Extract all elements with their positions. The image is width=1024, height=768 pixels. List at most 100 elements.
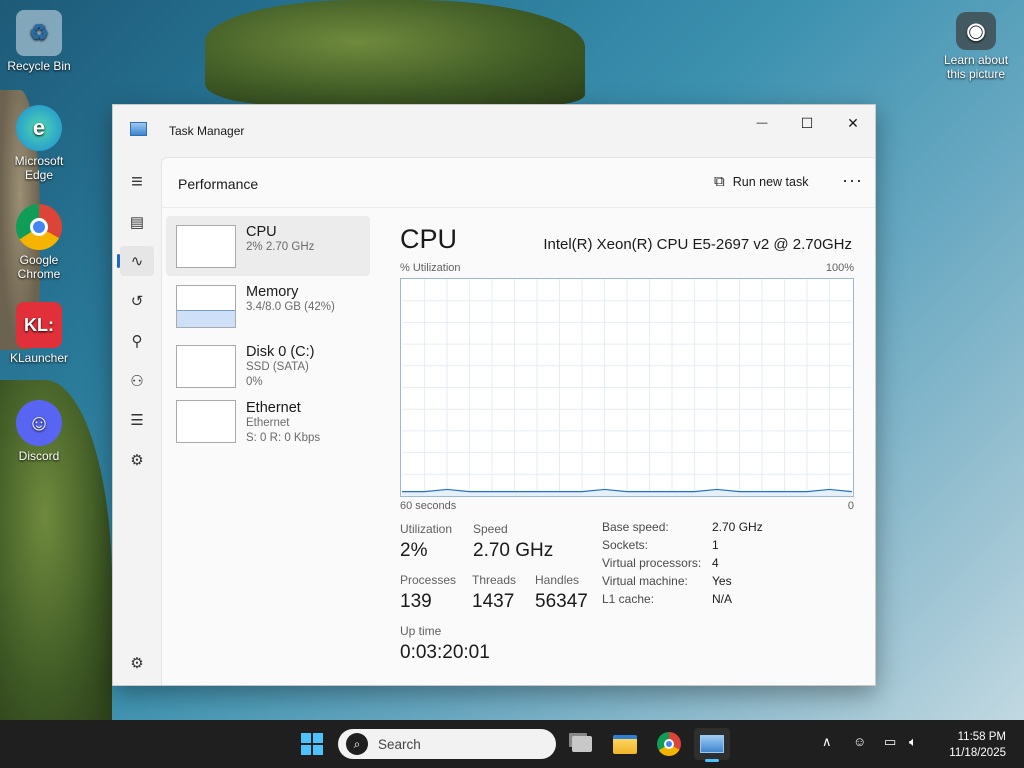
spec-value: 2.70 GHz: [712, 520, 763, 534]
app-history-icon[interactable]: ↺: [120, 286, 154, 316]
spec-row: Sockets: 1: [602, 538, 763, 556]
spec-row: L1 cache: N/A: [602, 592, 763, 610]
desktop-icon-recycle-bin[interactable]: ♻ Recycle Bin: [0, 10, 78, 73]
spec-row: Virtual processors: 4: [602, 556, 763, 574]
spec-key: Virtual processors:: [602, 556, 702, 570]
spec-value: 4: [712, 556, 719, 570]
klauncher-icon: KL:: [16, 302, 62, 348]
spec-key: Base speed:: [602, 520, 669, 534]
startup-apps-icon[interactable]: ⚲: [120, 326, 154, 356]
learn-about-picture[interactable]: ◉ Learn about this picture: [936, 12, 1016, 81]
settings-icon[interactable]: ⚙: [120, 648, 154, 678]
spec-value: Yes: [712, 574, 732, 588]
resource-detail-2: 0%: [246, 376, 263, 388]
learn-about-label: Learn about this picture: [943, 53, 1009, 81]
services-icon[interactable]: ⚙: [120, 445, 154, 475]
chrome-taskbar-button[interactable]: [651, 728, 687, 760]
x-axis-min: 0: [847, 500, 854, 512]
chrome-icon: [657, 732, 681, 756]
spec-key: Virtual machine:: [602, 574, 688, 588]
resource-name: CPU: [246, 224, 277, 240]
stat-label: Processes: [400, 573, 457, 587]
stat-utilization: Utilization 2%: [400, 522, 452, 562]
resource-disk[interactable]: Disk 0 (C:) SSD (SATA) 0%: [166, 336, 370, 396]
show-hidden-icons[interactable]: ∧: [822, 734, 832, 750]
desktop-icon-edge[interactable]: e Microsoft Edge: [0, 105, 78, 182]
stat-label: Up time: [400, 624, 442, 638]
search-placeholder: Search: [378, 736, 421, 752]
cpu-thumbnail: [176, 225, 236, 268]
windows-logo-icon: [301, 733, 323, 755]
run-new-task-button[interactable]: ⧉ Run new task: [714, 173, 808, 190]
edge-label: Microsoft Edge: [14, 154, 64, 182]
ethernet-thumbnail: [176, 400, 236, 443]
stat-value: 139: [400, 591, 432, 612]
resource-name: Ethernet: [246, 400, 301, 416]
title-bar[interactable]: Task Manager — ☐ ✕: [113, 105, 875, 157]
camera-icon: ◉: [956, 12, 996, 50]
task-manager-taskbar-button[interactable]: [694, 728, 730, 762]
resource-list: CPU 2% 2.70 GHz Memory 3.4/8.0 GB (42%) …: [166, 216, 370, 462]
minimize-button[interactable]: —: [739, 109, 785, 137]
memory-thumbnail: [176, 285, 236, 328]
disk-thumbnail: [176, 345, 236, 388]
discord-icon: ☺: [16, 400, 62, 446]
memory-usage-fill: [177, 309, 235, 327]
page-header: Performance ⧉ Run new task ···: [162, 158, 875, 208]
spec-value: N/A: [712, 592, 733, 606]
stat-value: 56347: [535, 591, 588, 612]
system-clock[interactable]: 11:58 PM 11/18/2025: [949, 729, 1006, 761]
resource-memory[interactable]: Memory 3.4/8.0 GB (42%): [166, 276, 370, 336]
resource-name: Disk 0 (C:): [246, 344, 315, 360]
maximize-button[interactable]: ☐: [784, 109, 830, 137]
performance-icon[interactable]: ∿: [117, 246, 154, 276]
active-indicator: [705, 759, 719, 762]
desktop-icon-discord[interactable]: ☺ Discord: [0, 400, 78, 463]
processes-icon[interactable]: ▤: [120, 207, 154, 237]
file-explorer-button[interactable]: [607, 728, 643, 760]
y-axis-label: % Utilization: [400, 262, 461, 274]
resource-detail: 2% 2.70 GHz: [246, 241, 315, 253]
spec-key: L1 cache:: [602, 592, 655, 606]
recycle-bin-label: Recycle Bin: [7, 59, 71, 73]
cpu-utilization-graph: [400, 278, 854, 497]
task-view-button[interactable]: [564, 728, 600, 760]
more-options-button[interactable]: ···: [842, 170, 863, 191]
task-manager-window: Task Manager — ☐ ✕ ≡ ▤ ∿ ↺ ⚲ ⚇ ☰ ⚙ ⚙ Per…: [112, 104, 876, 686]
stat-processes: Processes 139: [400, 573, 456, 613]
users-icon[interactable]: ⚇: [120, 366, 154, 396]
y-axis-max: 100%: [825, 262, 854, 274]
cpu-model-name: Intel(R) Xeon(R) CPU E5-2697 v2 @ 2.70GH…: [543, 236, 852, 253]
resource-detail: 3.4/8.0 GB (42%): [246, 301, 335, 313]
stat-threads: Threads 1437: [472, 573, 516, 613]
close-button[interactable]: ✕: [830, 109, 876, 137]
network-icon[interactable]: ▭: [884, 734, 896, 750]
volume-icon[interactable]: 🔈︎: [909, 734, 917, 750]
spec-row: Virtual machine: Yes: [602, 574, 763, 592]
hamburger-icon[interactable]: ≡: [120, 167, 154, 197]
desktop-icon-klauncher[interactable]: KL: KLauncher: [0, 302, 78, 365]
resource-detail: Ethernet: [246, 417, 290, 429]
stat-label: Utilization: [400, 522, 453, 536]
run-new-task-label: Run new task: [732, 174, 809, 189]
stat-uptime: Up time 0:03:20:01: [400, 624, 490, 664]
folder-icon: [613, 734, 637, 754]
start-button[interactable]: [294, 728, 330, 760]
resource-detail-2: S: 0 R: 0 Kbps: [246, 432, 321, 444]
spec-row: Base speed: 2.70 GHz: [602, 520, 763, 538]
stat-value: 2.70 GHz: [473, 540, 554, 561]
edge-icon: e: [16, 105, 62, 151]
resource-cpu[interactable]: CPU 2% 2.70 GHz: [166, 216, 370, 276]
stat-value: 1437: [472, 591, 515, 612]
stat-label: Threads: [472, 573, 517, 587]
resource-ethernet[interactable]: Ethernet Ethernet S: 0 R: 0 Kbps: [166, 396, 370, 462]
details-icon[interactable]: ☰: [120, 405, 154, 435]
chrome-label: Google Chrome: [17, 253, 61, 281]
stat-value: 2%: [400, 540, 428, 561]
window-title: Task Manager: [169, 124, 245, 138]
taskbar-search[interactable]: ⌕ Search: [338, 729, 556, 759]
discord-tray-icon[interactable]: ☺: [853, 734, 866, 749]
desktop-icon-chrome[interactable]: Google Chrome: [0, 204, 78, 281]
stat-label: Speed: [473, 522, 508, 536]
stat-label: Handles: [535, 573, 580, 587]
